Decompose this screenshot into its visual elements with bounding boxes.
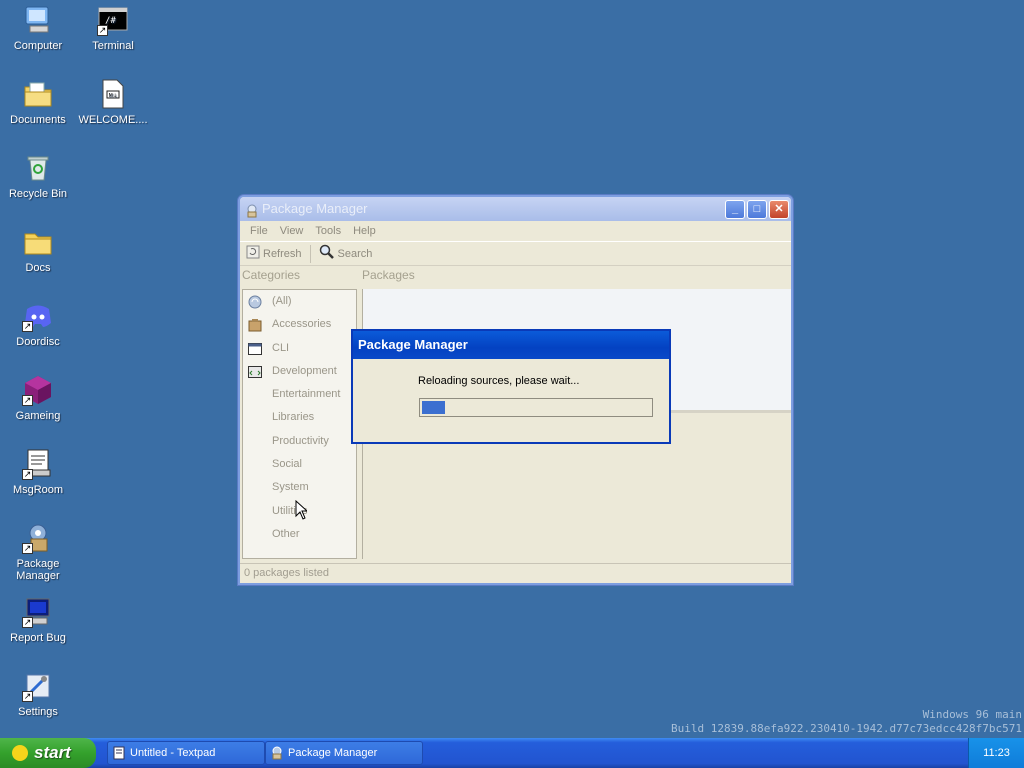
category-productivity[interactable]: Productivity [243,430,356,453]
close-button[interactable]: ✕ [769,200,789,219]
start-logo-icon [12,745,28,761]
packages-label: Packages [362,268,415,282]
document-file-icon: M↓ [97,78,129,110]
taskbar-item-package-manager[interactable]: Package Manager [265,741,423,765]
start-label: start [34,743,71,762]
desktop-icon-label: Gameing [15,410,61,422]
menu-bar: File View Tools Help [240,221,791,241]
window-titlebar[interactable]: Package Manager _ □ ✕ [240,197,791,221]
watermark-line-1: Windows 96 main [922,708,1022,721]
build-watermark: Windows 96 main Build 12839.88efa922.230… [671,708,1022,736]
desktop-icon-gameing[interactable]: ↗ Gameing [0,374,76,422]
maximize-button[interactable]: □ [747,200,767,219]
category-libraries[interactable]: Libraries [243,406,356,429]
category-entertainment[interactable]: Entertainment [243,383,356,406]
category-all[interactable]: (All) [243,290,356,313]
package-manager-icon: ↗ [22,522,54,554]
desktop-icon-computer[interactable]: Computer [0,4,76,52]
taskbar-item-label: Untitled - Textpad [130,747,216,759]
menu-file[interactable]: File [244,221,274,241]
documents-folder-icon [22,78,54,110]
taskbar: start Untitled - Textpad Package Manager… [0,738,1024,768]
folder-icon [22,226,54,258]
desktop-icon-label: Doordisc [16,336,60,348]
textpad-icon [112,746,126,760]
svg-text:M↓: M↓ [109,93,118,99]
search-label: Search [337,247,373,260]
refresh-label: Refresh [263,247,302,260]
desktop-icon-docs[interactable]: Docs [0,226,76,274]
close-icon: ✕ [774,203,784,215]
taskbar-item-label: Package Manager [288,747,378,759]
desktop-icon-welcome[interactable]: M↓ WELCOME.... [75,78,151,126]
refresh-icon [246,245,260,262]
desktop-icon-label: Report Bug [10,632,66,644]
taskbar-item-textpad[interactable]: Untitled - Textpad [107,741,265,765]
desktop-icon-label: Package Manager [16,558,60,582]
discord-icon: ↗ [22,300,54,332]
search-button[interactable]: Search [317,242,375,265]
desktop-icon-documents[interactable]: Documents [0,78,76,126]
start-button[interactable]: start [0,738,96,768]
progress-bar [419,398,653,417]
toolbar-separator [309,244,311,263]
search-icon [319,244,335,263]
dialog-title: Package Manager [358,337,468,352]
window-title: Package Manager [262,201,368,216]
category-cli[interactable]: CLI [243,337,356,360]
category-system[interactable]: System [243,476,356,499]
game-cube-icon: ↗ [22,374,54,406]
desktop-icon-msgroom[interactable]: ↗ MsgRoom [0,448,76,496]
clock[interactable]: 11:23 [983,747,1010,759]
msgroom-icon: ↗ [22,448,54,480]
desktop-icon-settings[interactable]: ↗ Settings [0,670,76,718]
category-social[interactable]: Social [243,453,356,476]
development-icon [248,365,262,379]
dialog-titlebar[interactable]: Package Manager [353,331,669,359]
all-categories-icon [248,295,262,309]
dialog-message: Reloading sources, please wait... [418,375,580,387]
desktop-icon-label: Terminal [92,40,134,52]
desktop-icon-label: Recycle Bin [8,188,68,200]
status-text: 0 packages listed [244,567,329,579]
desktop-icon-package-manager[interactable]: ↗ Package Manager [0,522,76,582]
package-manager-icon [270,746,284,760]
minimize-icon: _ [731,203,739,215]
recycle-bin-icon [22,152,54,184]
desktop-icon-label: Docs [25,262,51,274]
desktop-icon-label: WELCOME.... [78,114,148,126]
loading-dialog: Package Manager Reloading sources, pleas… [351,329,671,444]
maximize-icon: □ [753,203,761,215]
menu-help[interactable]: Help [347,221,382,241]
desktop-icon-label: Settings [18,706,58,718]
desktop-icon-label: Computer [13,40,63,52]
refresh-button[interactable]: Refresh [244,243,304,264]
desktop-icon-doordisc[interactable]: ↗ Doordisc [0,300,76,348]
computer-icon [22,4,54,36]
terminal-icon: /# ↗ [97,4,129,36]
settings-icon: ↗ [22,670,54,702]
category-accessories[interactable]: Accessories [243,313,356,336]
menu-tools[interactable]: Tools [309,221,347,241]
system-tray: 11:23 [968,738,1024,768]
minimize-button[interactable]: _ [725,200,745,219]
desktop-icon-terminal[interactable]: /# ↗ Terminal [75,4,151,52]
accessories-icon [248,318,262,332]
watermark-line-2: Build 12839.88efa922.230410-1942.d77c73e… [671,722,1022,735]
desktop-icon-recycle-bin[interactable]: Recycle Bin [0,152,76,200]
status-bar: 0 packages listed [240,563,791,583]
cli-icon [248,342,262,356]
package-manager-icon [245,202,259,218]
category-development[interactable]: Development [243,360,356,383]
mouse-cursor-icon [295,499,309,520]
desktop-icon-report-bug[interactable]: ↗ Report Bug [0,596,76,644]
toolbar: Refresh Search [240,241,791,266]
category-other[interactable]: Other [243,523,356,546]
desktop-icon-label: Documents [10,114,66,126]
categories-label: Categories [242,268,301,282]
desktop-icon-label: MsgRoom [12,484,64,496]
menu-view[interactable]: View [274,221,310,241]
progress-fill [422,401,445,414]
report-bug-icon: ↗ [22,596,54,628]
